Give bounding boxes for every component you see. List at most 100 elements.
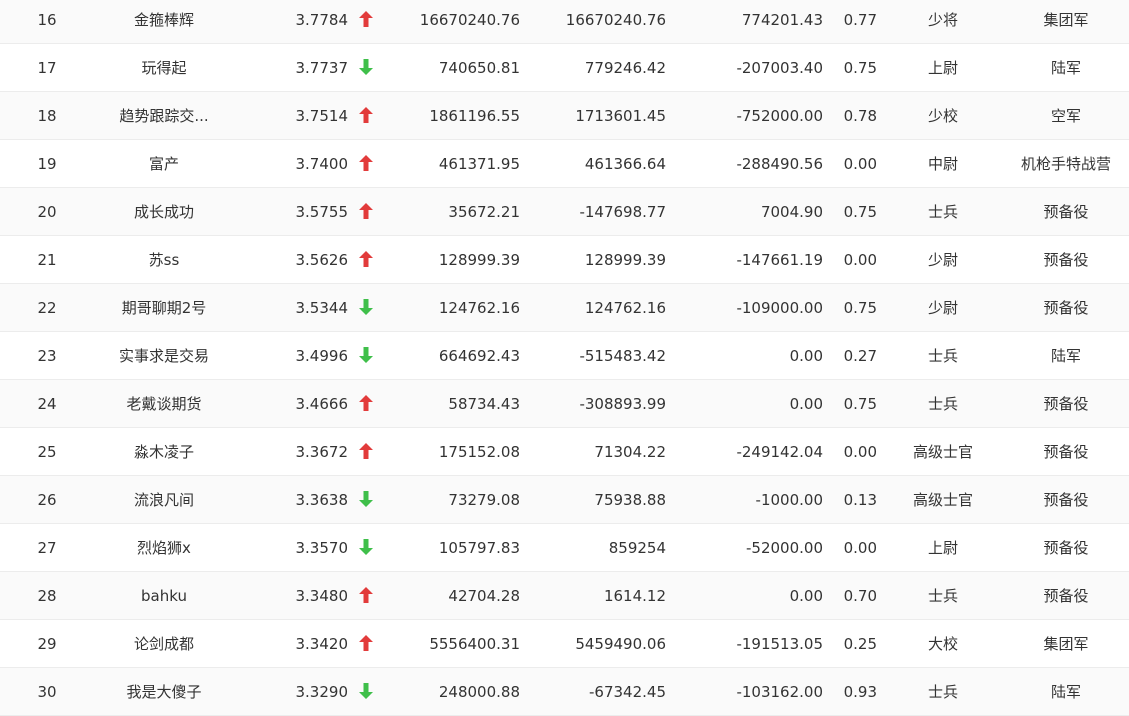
unit-cell: 预备役	[1043, 299, 1089, 317]
score-cell: 3.7400	[295, 155, 349, 173]
trader-name-link[interactable]: 富产	[96, 140, 232, 188]
trader-name-link[interactable]: 成长成功	[96, 188, 232, 236]
trend-cell	[355, 236, 377, 284]
score-cell: 3.3420	[295, 635, 349, 653]
rank-title-cell: 士兵	[927, 395, 958, 413]
rank-cell: 28	[37, 587, 57, 605]
equity-cell: 1861196.55	[429, 107, 520, 125]
profit-cell: 0.00	[789, 347, 823, 365]
trader-name-link[interactable]: 玩得起	[96, 44, 232, 92]
arrow-up-icon	[359, 10, 373, 27]
unit-cell: 预备役	[1043, 203, 1089, 221]
rank-cell: 18	[37, 107, 57, 125]
rank-cell: 30	[37, 683, 57, 701]
table-row[interactable]: 19 富产 3.7400 461371.95 461366.64 -288490…	[0, 140, 1129, 188]
trader-name-link[interactable]: 论剑成都	[96, 620, 232, 668]
net-value-cell: -515483.42	[579, 347, 666, 365]
rank-cell: 16	[37, 11, 57, 29]
trader-name-link[interactable]: 老戴谈期货	[96, 380, 232, 428]
rank-cell: 17	[37, 59, 57, 77]
trader-name-link[interactable]: bahku	[96, 572, 232, 620]
equity-cell: 73279.08	[448, 491, 520, 509]
table-row[interactable]: 22 期哥聊期2号 3.5344 124762.16 124762.16 -10…	[0, 284, 1129, 332]
trader-name-link[interactable]: 实事求是交易	[96, 332, 232, 380]
rank-cell: 29	[37, 635, 57, 653]
ratio-cell: 0.93	[843, 683, 877, 701]
ratio-cell: 0.70	[843, 587, 877, 605]
trader-name-link[interactable]: 我是大傻子	[96, 668, 232, 716]
table-row[interactable]: 25 淼木凌子 3.3672 175152.08 71304.22 -24914…	[0, 428, 1129, 476]
table-row[interactable]: 18 趋势跟踪交... 3.7514 1861196.55 1713601.45…	[0, 92, 1129, 140]
arrow-down-icon	[359, 346, 373, 363]
profit-cell: 7004.90	[760, 203, 823, 221]
trend-cell	[355, 188, 377, 236]
rank-title-cell: 中尉	[927, 155, 958, 173]
rank-title-cell: 少尉	[927, 299, 958, 317]
rank-title-cell: 大校	[927, 635, 958, 653]
trader-name-link[interactable]: 金箍棒辉	[96, 0, 232, 44]
table-row[interactable]: 17 玩得起 3.7737 740650.81 779246.42 -20700…	[0, 44, 1129, 92]
table-row[interactable]: 26 流浪凡间 3.3638 73279.08 75938.88 -1000.0…	[0, 476, 1129, 524]
rank-title-cell: 士兵	[927, 587, 958, 605]
trader-name-link[interactable]: 流浪凡间	[96, 476, 232, 524]
table-row[interactable]: 27 烈焰狮x 3.3570 105797.83 859254 -52000.0…	[0, 524, 1129, 572]
trend-cell	[355, 44, 377, 92]
profit-cell: -1000.00	[755, 491, 823, 509]
ranking-table: 16 金箍棒辉 3.7784 16670240.76 16670240.76 7…	[0, 0, 1129, 716]
ratio-cell: 0.77	[843, 11, 877, 29]
trader-name-link[interactable]: 烈焰狮x	[96, 524, 232, 572]
table-row[interactable]: 20 成长成功 3.5755 35672.21 -147698.77 7004.…	[0, 188, 1129, 236]
arrow-up-icon	[359, 202, 373, 219]
table-row[interactable]: 30 我是大傻子 3.3290 248000.88 -67342.45 -103…	[0, 668, 1129, 716]
profit-cell: 774201.43	[741, 11, 823, 29]
score-cell: 3.5755	[295, 203, 349, 221]
net-value-cell: 124762.16	[584, 299, 666, 317]
rank-title-cell: 士兵	[927, 203, 958, 221]
net-value-cell: -67342.45	[589, 683, 666, 701]
unit-cell: 预备役	[1043, 491, 1089, 509]
unit-cell: 预备役	[1043, 251, 1089, 269]
rank-cell: 24	[37, 395, 57, 413]
table-row[interactable]: 16 金箍棒辉 3.7784 16670240.76 16670240.76 7…	[0, 0, 1129, 44]
table-row[interactable]: 23 实事求是交易 3.4996 664692.43 -515483.42 0.…	[0, 332, 1129, 380]
profit-cell: -109000.00	[736, 299, 823, 317]
ratio-cell: 0.75	[843, 395, 877, 413]
unit-cell: 预备役	[1043, 587, 1089, 605]
table-row[interactable]: 24 老戴谈期货 3.4666 58734.43 -308893.99 0.00…	[0, 380, 1129, 428]
profit-cell: -52000.00	[746, 539, 823, 557]
score-cell: 3.7514	[295, 107, 349, 125]
rank-title-cell: 少尉	[927, 251, 958, 269]
unit-cell: 预备役	[1043, 539, 1089, 557]
table-row[interactable]: 29 论剑成都 3.3420 5556400.31 5459490.06 -19…	[0, 620, 1129, 668]
score-cell: 3.3638	[295, 491, 349, 509]
ratio-cell: 0.00	[843, 155, 877, 173]
score-cell: 3.7737	[295, 59, 349, 77]
arrow-up-icon	[359, 394, 373, 411]
equity-cell: 740650.81	[438, 59, 520, 77]
unit-cell: 预备役	[1043, 443, 1089, 461]
trader-name-link[interactable]: 苏ss	[96, 236, 232, 284]
equity-cell: 16670240.76	[419, 11, 520, 29]
rank-title-cell: 士兵	[927, 683, 958, 701]
arrow-down-icon	[359, 298, 373, 315]
net-value-cell: 859254	[608, 539, 666, 557]
trend-cell	[355, 0, 377, 44]
ratio-cell: 0.00	[843, 251, 877, 269]
arrow-up-icon	[359, 586, 373, 603]
ratio-cell: 0.75	[843, 203, 877, 221]
rank-cell: 20	[37, 203, 57, 221]
rank-title-cell: 上尉	[927, 59, 958, 77]
unit-cell: 集团军	[1043, 11, 1089, 29]
profit-cell: -147661.19	[736, 251, 823, 269]
trader-name-link[interactable]: 趋势跟踪交...	[96, 92, 232, 140]
table-row[interactable]: 21 苏ss 3.5626 128999.39 128999.39 -14766…	[0, 236, 1129, 284]
unit-cell: 陆军	[1050, 347, 1081, 365]
trend-cell	[355, 620, 377, 668]
rank-cell: 22	[37, 299, 57, 317]
trader-name-link[interactable]: 期哥聊期2号	[96, 284, 232, 332]
score-cell: 3.3672	[295, 443, 349, 461]
equity-cell: 175152.08	[438, 443, 520, 461]
rank-cell: 23	[37, 347, 57, 365]
table-row[interactable]: 28 bahku 3.3480 42704.28 1614.12 0.00 0.…	[0, 572, 1129, 620]
trader-name-link[interactable]: 淼木凌子	[96, 428, 232, 476]
